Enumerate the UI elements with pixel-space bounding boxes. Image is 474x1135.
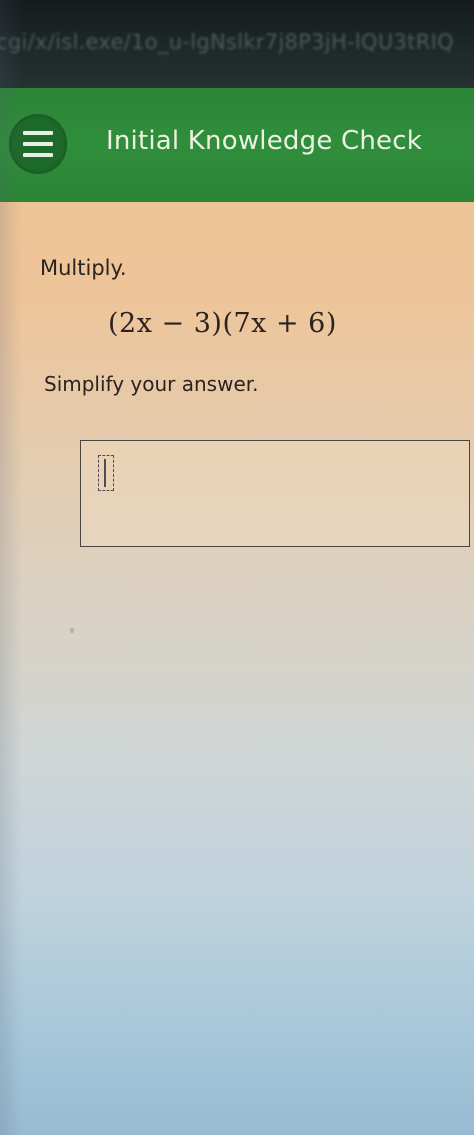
- app-header: Initial Knowledge Check: [0, 88, 474, 202]
- screen-speck: [70, 628, 74, 633]
- url-text: cgi/x/isl.exe/1o_u-lgNslkr7j8P3jH-lQU3tR…: [0, 30, 454, 54]
- menu-button[interactable]: [9, 114, 67, 174]
- hamburger-menu-icon-bar-2: [23, 142, 53, 146]
- question-instruction: Multiply.: [40, 256, 127, 280]
- answer-input[interactable]: [80, 440, 470, 547]
- answer-input-slot-icon[interactable]: [98, 455, 114, 491]
- hamburger-menu-icon: [23, 131, 53, 135]
- hamburger-menu-icon-bar-3: [23, 153, 53, 157]
- page-title: Initial Knowledge Check: [106, 126, 422, 156]
- question-prompt: Simplify your answer.: [44, 372, 259, 396]
- math-expression: (2x − 3)(7x + 6): [108, 308, 337, 339]
- browser-address-bar[interactable]: cgi/x/isl.exe/1o_u-lgNslkr7j8P3jH-lQU3tR…: [0, 0, 474, 88]
